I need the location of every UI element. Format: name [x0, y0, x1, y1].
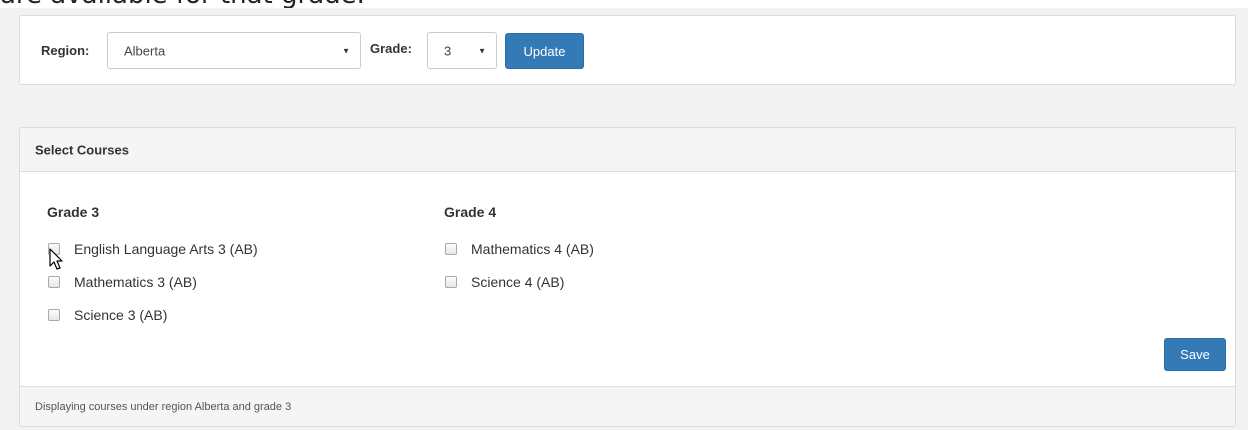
- region-select[interactable]: Alberta ▼: [107, 32, 361, 69]
- course-checkbox[interactable]: [48, 309, 60, 321]
- course-checkbox[interactable]: [445, 276, 457, 288]
- grade-select-value: 3: [444, 43, 452, 58]
- course-label: English Language Arts 3 (AB): [74, 241, 258, 257]
- course-science-3[interactable]: Science 3 (AB): [48, 307, 167, 323]
- course-label: Mathematics 3 (AB): [74, 274, 197, 290]
- select-courses-panel: Select Courses Grade 3 English Language …: [19, 127, 1236, 427]
- caret-down-icon: ▼: [478, 46, 486, 55]
- status-text: Displaying courses under region Alberta …: [35, 400, 292, 413]
- course-science-4[interactable]: Science 4 (AB): [445, 274, 564, 290]
- course-english-language-arts-3[interactable]: English Language Arts 3 (AB): [48, 241, 258, 257]
- panel-header: Select Courses: [20, 128, 1235, 172]
- intro-text: are available for that grade.: [0, 0, 365, 8]
- course-mathematics-4[interactable]: Mathematics 4 (AB): [445, 241, 594, 257]
- filter-panel: Region: Alberta ▼ Grade: 3 ▼ Update: [19, 15, 1236, 85]
- grade-3-heading: Grade 3: [47, 204, 100, 220]
- save-button[interactable]: Save: [1164, 338, 1226, 371]
- caret-down-icon: ▼: [342, 46, 350, 55]
- region-label: Region:: [41, 43, 90, 58]
- intro-strip: are available for that grade.: [0, 0, 1248, 8]
- grade-select[interactable]: 3 ▼: [427, 32, 497, 69]
- panel-footer: Displaying courses under region Alberta …: [20, 386, 1235, 426]
- course-checkbox[interactable]: [48, 243, 60, 255]
- course-label: Science 3 (AB): [74, 307, 168, 323]
- update-button[interactable]: Update: [505, 33, 584, 69]
- course-label: Science 4 (AB): [471, 274, 565, 290]
- grade-4-heading: Grade 4: [444, 204, 497, 220]
- course-label: Mathematics 4 (AB): [471, 241, 594, 257]
- course-checkbox[interactable]: [48, 276, 60, 288]
- course-mathematics-3[interactable]: Mathematics 3 (AB): [48, 274, 197, 290]
- grade-label: Grade:: [370, 41, 412, 56]
- course-checkbox[interactable]: [445, 243, 457, 255]
- panel-title: Select Courses: [35, 142, 129, 157]
- region-select-value: Alberta: [124, 43, 166, 58]
